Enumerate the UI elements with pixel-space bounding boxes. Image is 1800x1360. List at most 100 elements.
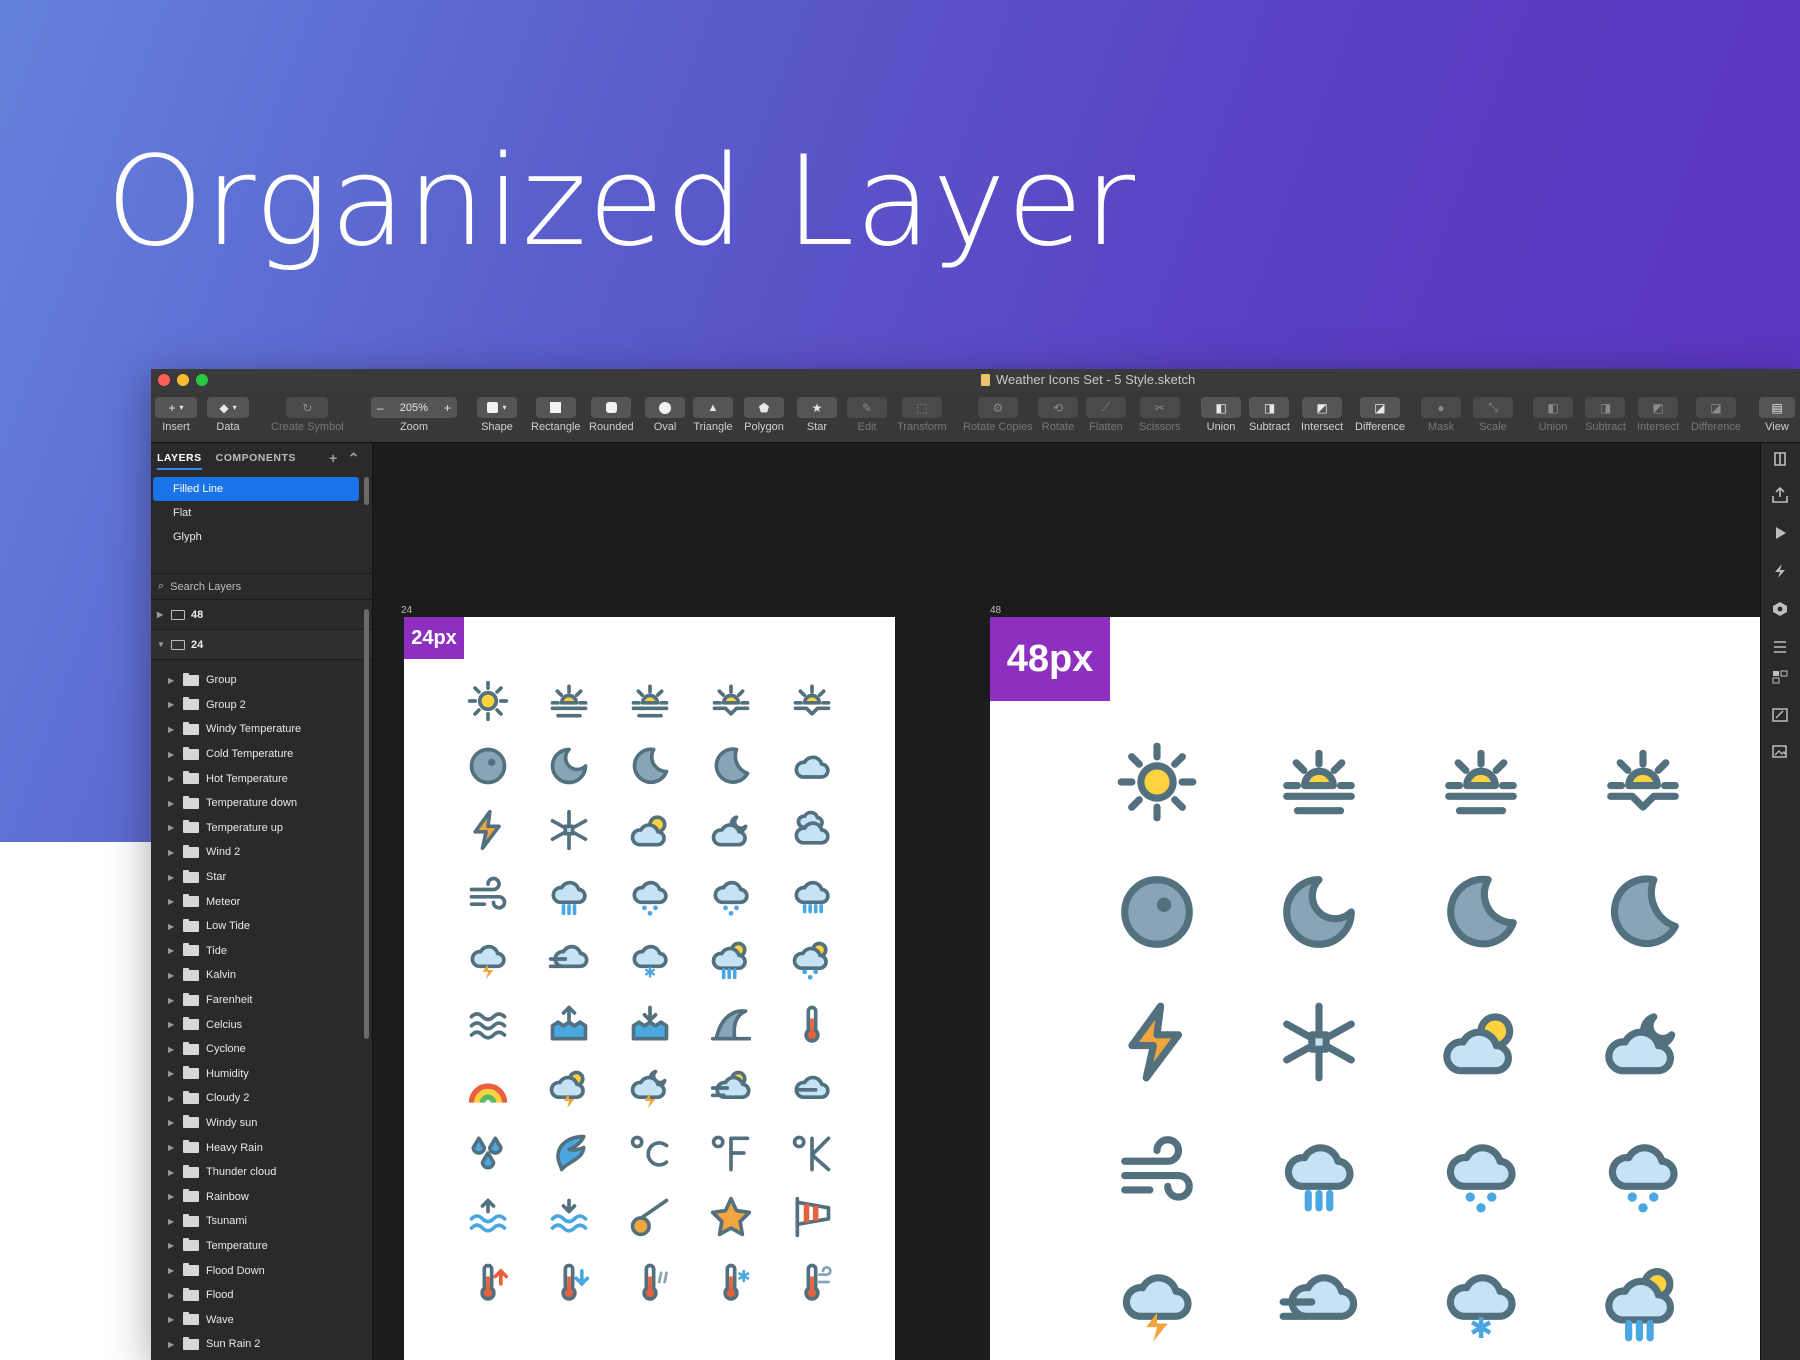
lightning-icon[interactable]: [1114, 999, 1200, 1085]
snowflake-icon[interactable]: [1276, 999, 1362, 1085]
layer-row[interactable]: ▶ Sun Rain 2: [151, 1332, 372, 1357]
add-image-icon[interactable]: [1771, 743, 1789, 759]
subtract-button[interactable]: ◨: [1249, 397, 1290, 418]
scissors-tool[interactable]: ✂ Scissors: [1139, 397, 1181, 443]
scale-tool[interactable]: ⤡ Scale: [1473, 397, 1513, 443]
rounded-button[interactable]: [591, 397, 632, 418]
layer-row[interactable]: ▶ Celcius: [151, 1012, 372, 1037]
tab-components[interactable]: COMPONENTS: [216, 452, 296, 464]
cloud-rain-icon[interactable]: [547, 873, 591, 917]
triangle-button[interactable]: ▲: [693, 397, 733, 418]
layer-row[interactable]: ▶ Hot Temperature: [151, 766, 372, 791]
sunset-icon[interactable]: [1438, 739, 1524, 825]
windsock-icon[interactable]: [790, 1195, 834, 1239]
cloud-sun-icon[interactable]: [1438, 999, 1524, 1085]
layer-row[interactable]: ▶ Tide: [151, 939, 372, 964]
layer-row[interactable]: ▶ Group: [151, 668, 372, 693]
sunrise-icon[interactable]: [1276, 739, 1362, 825]
cloud-moon-icon[interactable]: [709, 808, 753, 852]
disclosure-right-icon[interactable]: ▶: [168, 750, 176, 759]
sunset-down-icon[interactable]: [709, 679, 753, 723]
rectangle-tool[interactable]: Rectangle: [531, 397, 581, 443]
rotate-tool[interactable]: ⟲ Rotate: [1038, 397, 1078, 443]
cloud-sun-icon[interactable]: [628, 808, 672, 852]
edit-button[interactable]: ✎: [847, 397, 887, 418]
cloud-thunder-icon[interactable]: [466, 937, 510, 981]
scale-button[interactable]: ⤡: [1473, 397, 1513, 418]
flatten-button[interactable]: ⟋: [1086, 397, 1126, 418]
cloud-moon-thunder-icon[interactable]: [628, 1066, 672, 1110]
disclosure-right-icon[interactable]: ▶: [168, 1192, 176, 1201]
sunset-up-icon[interactable]: [790, 679, 834, 723]
create-symbol-tool[interactable]: ↻ Create Symbol: [271, 397, 344, 443]
wind-icon[interactable]: [1114, 1129, 1200, 1215]
layer-row[interactable]: ▶ Temperature down: [151, 791, 372, 816]
sunrise-icon[interactable]: [547, 679, 591, 723]
oval-tool[interactable]: Oval: [645, 397, 685, 443]
sun-icon[interactable]: [466, 679, 510, 723]
layer-row[interactable]: ▶ Flood Down: [151, 1258, 372, 1283]
disclosure-right-icon[interactable]: ▶: [168, 1020, 176, 1029]
humidity-icon[interactable]: [466, 1131, 510, 1175]
moon-crescent-icon[interactable]: [1438, 869, 1524, 955]
sunset-down-icon[interactable]: [1600, 739, 1686, 825]
thermo-cold-icon[interactable]: ✱: [709, 1260, 753, 1304]
artboard-row-48[interactable]: ▶ 48: [151, 600, 372, 630]
view-button[interactable]: ▤: [1759, 397, 1795, 418]
mask-button[interactable]: ●: [1421, 397, 1461, 418]
layer-row[interactable]: ▶ Group 2: [151, 693, 372, 718]
list-icon[interactable]: [1771, 639, 1789, 655]
disclosure-right-icon[interactable]: ▶: [168, 1315, 176, 1324]
disclosure-right-icon[interactable]: ▶: [157, 610, 165, 619]
star-button[interactable]: ★: [797, 397, 837, 418]
search-input[interactable]: Search Layers: [170, 581, 241, 593]
layer-row[interactable]: ▶ Tsunami: [151, 1209, 372, 1234]
artboard-48[interactable]: 48px ✱: [990, 617, 1760, 1360]
disclosure-right-icon[interactable]: ▶: [168, 1291, 176, 1300]
moon-gibbous-icon[interactable]: [547, 744, 591, 788]
disclosure-right-icon[interactable]: ▶: [168, 1168, 176, 1177]
disclosure-right-icon[interactable]: ▶: [168, 725, 176, 734]
cloud-wind-icon[interactable]: [1276, 1259, 1362, 1345]
subtract-tool[interactable]: ◨ Subtract: [1249, 397, 1290, 443]
disclosure-right-icon[interactable]: ▶: [168, 1340, 176, 1349]
disclosure-right-icon[interactable]: ▶: [168, 799, 176, 808]
snowflake-icon[interactable]: [547, 808, 591, 852]
artboard-24-label[interactable]: 24: [401, 605, 412, 616]
cloud-moon-icon[interactable]: [1600, 999, 1686, 1085]
data-button[interactable]: ◆ ▾: [207, 397, 249, 418]
union-button[interactable]: ◧: [1201, 397, 1241, 418]
insert-tool[interactable]: + ▾ Insert: [155, 397, 197, 443]
subtract-tool-2[interactable]: ◨ Subtract: [1585, 397, 1626, 443]
cloud-drizzle-icon[interactable]: [628, 873, 672, 917]
intersect-button-2[interactable]: ◩: [1638, 397, 1679, 418]
moon-gibbous-icon[interactable]: [1276, 869, 1362, 955]
disclosure-right-icon[interactable]: ▶: [168, 946, 176, 955]
disclosure-right-icon[interactable]: ▶: [168, 1143, 176, 1152]
thermo-hot-icon[interactable]: [628, 1260, 672, 1304]
tsunami-icon[interactable]: [709, 1002, 753, 1046]
sunset-icon[interactable]: [628, 679, 672, 723]
lightning-icon[interactable]: [466, 808, 510, 852]
layer-row[interactable]: ▶ Rainbow: [151, 1184, 372, 1209]
create-symbol-button[interactable]: ↻: [286, 397, 329, 418]
sun-icon[interactable]: [1114, 739, 1200, 825]
cloud-icon[interactable]: [790, 744, 834, 788]
difference-button[interactable]: ◪: [1359, 397, 1400, 418]
artboard-24[interactable]: 24px ✱ ✱: [404, 617, 895, 1360]
cloud-sun-rain-icon[interactable]: [709, 937, 753, 981]
clouds-icon[interactable]: [790, 808, 834, 852]
rotate-button[interactable]: ⟲: [1038, 397, 1078, 418]
add-page-icon[interactable]: +: [329, 450, 338, 467]
flood-up-icon[interactable]: [547, 1002, 591, 1046]
cloud-wind-icon[interactable]: [547, 937, 591, 981]
moon-full-icon[interactable]: [466, 744, 510, 788]
cloud-fog-icon[interactable]: [790, 1066, 834, 1110]
cloud-drizzle-icon[interactable]: [1600, 1129, 1686, 1215]
pages-scrollbar[interactable]: [364, 477, 369, 505]
thermo-wind-icon[interactable]: [790, 1260, 834, 1304]
cloud-snow-icon[interactable]: ✱: [1438, 1259, 1524, 1345]
layer-row[interactable]: ▶Sun Rain: [151, 1357, 372, 1360]
disclosure-right-icon[interactable]: ▶: [168, 1241, 176, 1250]
disclosure-right-icon[interactable]: ▶: [168, 700, 176, 709]
